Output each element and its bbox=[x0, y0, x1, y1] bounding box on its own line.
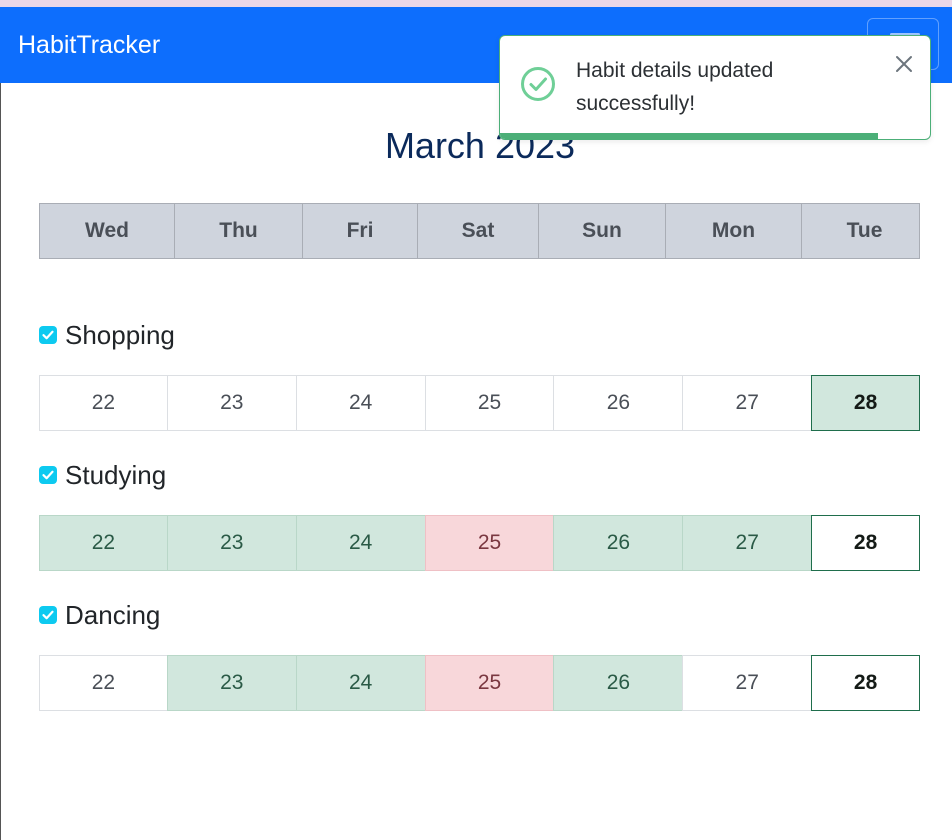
weekday-sun: Sun bbox=[538, 204, 665, 258]
habit-header: Dancing bbox=[39, 597, 160, 633]
window-top-strip bbox=[0, 0, 952, 7]
day-cell[interactable]: 25 bbox=[424, 375, 555, 431]
checkbox-checked-icon[interactable] bbox=[39, 606, 57, 624]
day-cell[interactable]: 28 bbox=[811, 375, 921, 431]
weekday-tue: Tue bbox=[801, 204, 927, 258]
weekday-mon: Mon bbox=[665, 204, 801, 258]
day-cell[interactable]: 26 bbox=[553, 375, 684, 431]
day-cell[interactable]: 25 bbox=[424, 655, 555, 711]
day-cell[interactable]: 22 bbox=[39, 515, 168, 571]
day-cell[interactable]: 26 bbox=[553, 515, 684, 571]
weekday-sat: Sat bbox=[417, 204, 538, 258]
habit-name: Shopping bbox=[65, 319, 175, 350]
habit-header: Studying bbox=[39, 457, 166, 493]
toast-progress-bar bbox=[500, 133, 879, 139]
day-cell[interactable]: 27 bbox=[682, 375, 813, 431]
day-cell[interactable]: 23 bbox=[166, 375, 297, 431]
weekday-thu: Thu bbox=[174, 204, 302, 258]
day-cell[interactable]: 27 bbox=[682, 515, 813, 571]
day-cell[interactable]: 24 bbox=[295, 515, 426, 571]
brand-link[interactable]: HabitTracker bbox=[18, 29, 160, 61]
habit-name: Studying bbox=[65, 459, 167, 490]
day-cell[interactable]: 28 bbox=[811, 515, 921, 571]
day-cell[interactable]: 23 bbox=[166, 515, 297, 571]
day-cell[interactable]: 24 bbox=[295, 655, 426, 711]
checkbox-checked-icon[interactable] bbox=[39, 466, 57, 484]
habit-day-row: 22 23 24 25 26 27 28 bbox=[39, 515, 921, 571]
check-circle-icon bbox=[520, 66, 556, 107]
day-cell[interactable]: 24 bbox=[295, 375, 426, 431]
weekday-fri: Fri bbox=[302, 204, 417, 258]
habit-name: Dancing bbox=[65, 599, 161, 630]
day-cell[interactable]: 27 bbox=[682, 655, 813, 711]
habit-header: Shopping bbox=[39, 317, 175, 353]
habit-day-row: 22 23 24 25 26 27 28 bbox=[39, 375, 921, 431]
weekday-wed: Wed bbox=[85, 219, 129, 242]
close-icon[interactable] bbox=[890, 50, 918, 78]
checkbox-checked-icon[interactable] bbox=[39, 326, 57, 344]
weekday-header: Wed Thu Fri Sat Sun Mon Tue bbox=[39, 203, 920, 259]
day-cell[interactable]: 22 bbox=[39, 655, 168, 711]
day-cell[interactable]: 26 bbox=[553, 655, 684, 711]
page-left-border bbox=[0, 83, 1, 840]
success-toast: Habit details updated successfully! bbox=[499, 35, 931, 140]
day-cell[interactable]: 23 bbox=[166, 655, 297, 711]
day-cell[interactable]: 28 bbox=[811, 655, 921, 711]
day-cell[interactable]: 25 bbox=[424, 515, 555, 571]
toast-message: Habit details updated successfully! bbox=[576, 59, 774, 115]
day-cell[interactable]: 22 bbox=[39, 375, 168, 431]
habit-day-row: 22 23 24 25 26 27 28 bbox=[39, 655, 921, 711]
